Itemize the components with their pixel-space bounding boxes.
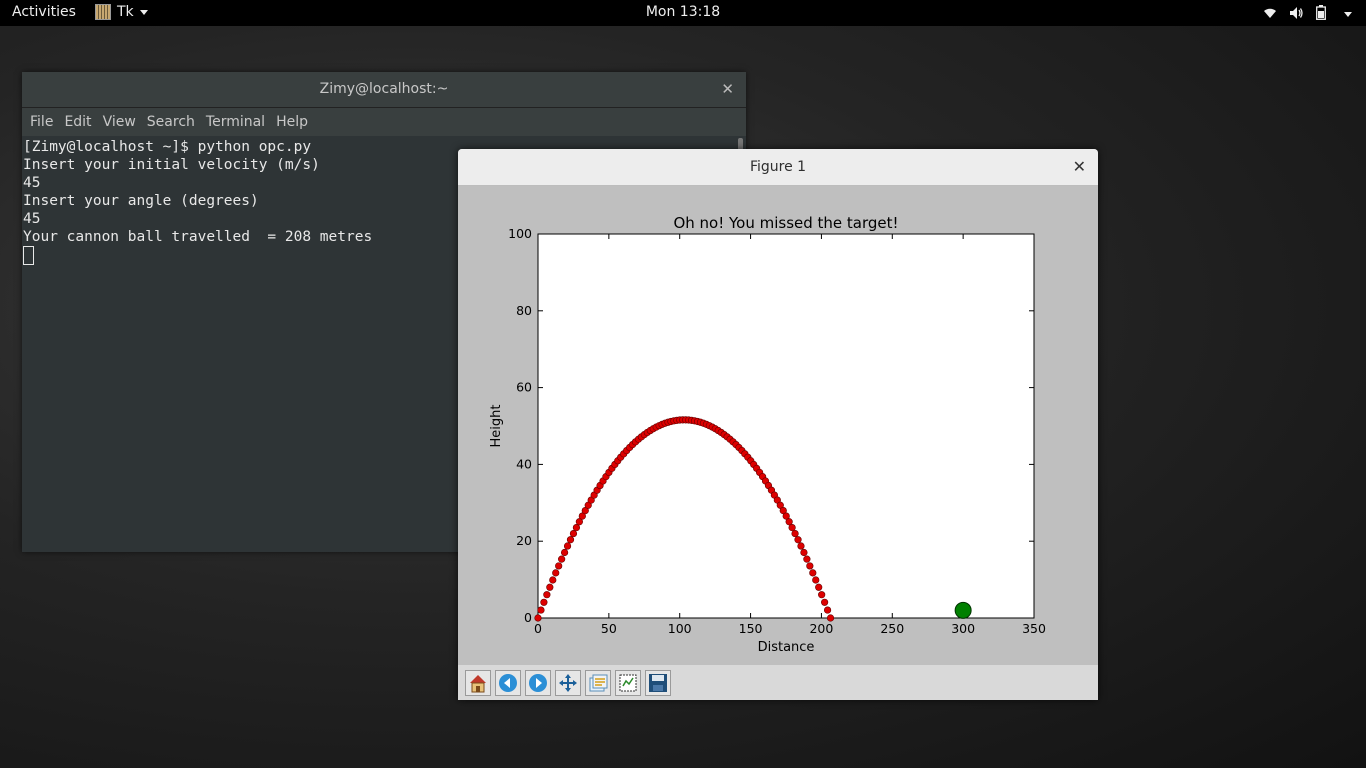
close-icon[interactable]: ✕ xyxy=(721,72,734,107)
close-icon[interactable]: ✕ xyxy=(1073,149,1086,185)
zoom-rect-icon[interactable] xyxy=(615,669,641,696)
trajectory-point xyxy=(546,583,554,591)
trajectory-point xyxy=(821,598,829,606)
menu-help[interactable]: Help xyxy=(276,114,308,130)
configure-subplots-icon[interactable] xyxy=(585,669,611,696)
x-axis-label: Distance xyxy=(758,640,815,655)
trajectory-point xyxy=(555,562,563,570)
system-tray[interactable] xyxy=(1263,5,1352,24)
x-tick-label: 250 xyxy=(880,621,904,636)
pan-icon[interactable] xyxy=(555,669,581,696)
chevron-down-icon xyxy=(139,9,148,15)
y-tick-label: 0 xyxy=(524,610,532,625)
x-tick-label: 300 xyxy=(951,621,975,636)
trajectory-point xyxy=(558,555,566,563)
figure-canvas[interactable]: Oh no! You missed the target! Distance H… xyxy=(458,186,1098,665)
trajectory-point xyxy=(806,562,814,570)
y-tick-label: 100 xyxy=(508,226,532,241)
trajectory-point xyxy=(826,614,835,622)
figure-toolbar xyxy=(458,665,1098,700)
x-tick-label: 50 xyxy=(601,621,617,636)
top-bar: Activities Tk Mon 13:18 xyxy=(0,0,1366,26)
figure-titlebar[interactable]: Figure 1 ✕ xyxy=(458,149,1098,186)
trajectory-point xyxy=(563,542,572,550)
chart-title: Oh no! You missed the target! xyxy=(673,214,898,232)
trajectory-point xyxy=(540,598,548,606)
figure-window[interactable]: Figure 1 ✕ Oh no! You missed the target!… xyxy=(458,149,1098,700)
menu-edit[interactable]: Edit xyxy=(64,114,91,130)
trajectory-point xyxy=(800,548,808,557)
menu-file[interactable]: File xyxy=(30,114,53,130)
trajectory-point xyxy=(812,576,820,584)
wifi-icon xyxy=(1263,6,1277,24)
target-point xyxy=(954,601,972,619)
trajectory-point xyxy=(788,523,796,532)
menu-search[interactable]: Search xyxy=(147,114,195,130)
battery-icon xyxy=(1316,5,1326,24)
home-icon[interactable] xyxy=(465,669,491,696)
trajectory-point xyxy=(815,583,823,591)
x-tick-label: 100 xyxy=(668,621,692,636)
trajectory-point xyxy=(566,536,575,544)
trajectory-point xyxy=(569,529,578,538)
y-axis-label: Height xyxy=(489,405,504,448)
trajectory-point xyxy=(549,576,557,584)
plot-area xyxy=(537,233,1035,619)
app-menu-label: Tk xyxy=(117,4,134,20)
x-tick-label: 150 xyxy=(739,621,763,636)
trajectory-point xyxy=(534,614,542,622)
terminal-cursor xyxy=(23,246,34,265)
tk-app-icon xyxy=(95,4,111,20)
trajectory-point xyxy=(794,536,802,544)
x-tick-label: 0 xyxy=(534,621,542,636)
chevron-down-icon xyxy=(1344,12,1352,17)
y-tick-label: 20 xyxy=(516,533,532,548)
terminal-title: Zimy@localhost:~ xyxy=(319,81,449,97)
trajectory-point xyxy=(803,555,811,563)
volume-icon xyxy=(1289,6,1304,24)
trajectory-point xyxy=(552,569,560,577)
y-tick-label: 60 xyxy=(516,380,532,395)
trajectory-point xyxy=(537,606,545,614)
menu-terminal[interactable]: Terminal xyxy=(206,114,265,130)
trajectory-point xyxy=(543,591,551,599)
back-icon[interactable] xyxy=(495,669,521,696)
trajectory-chart: Oh no! You missed the target! Distance H… xyxy=(489,214,1046,655)
y-tick-label: 80 xyxy=(516,303,532,318)
terminal-titlebar[interactable]: Zimy@localhost:~ ✕ xyxy=(22,72,746,108)
trajectory-point xyxy=(797,542,805,550)
trajectory-point xyxy=(823,606,832,614)
activities-button[interactable]: Activities xyxy=(12,4,76,20)
menu-view[interactable]: View xyxy=(103,114,136,130)
trajectory-point xyxy=(560,548,569,557)
trajectory-point xyxy=(791,529,799,538)
forward-icon[interactable] xyxy=(525,669,551,696)
trajectory-point xyxy=(818,591,826,599)
y-tick-label: 40 xyxy=(516,456,532,471)
x-tick-label: 350 xyxy=(1022,621,1046,636)
clock[interactable]: Mon 13:18 xyxy=(0,4,1366,20)
figure-title: Figure 1 xyxy=(749,159,807,175)
terminal-menubar: File Edit View Search Terminal Help xyxy=(22,108,746,136)
trajectory-point xyxy=(809,569,817,577)
x-tick-label: 200 xyxy=(809,621,833,636)
save-icon[interactable] xyxy=(645,669,671,696)
app-menu[interactable]: Tk xyxy=(95,4,148,20)
